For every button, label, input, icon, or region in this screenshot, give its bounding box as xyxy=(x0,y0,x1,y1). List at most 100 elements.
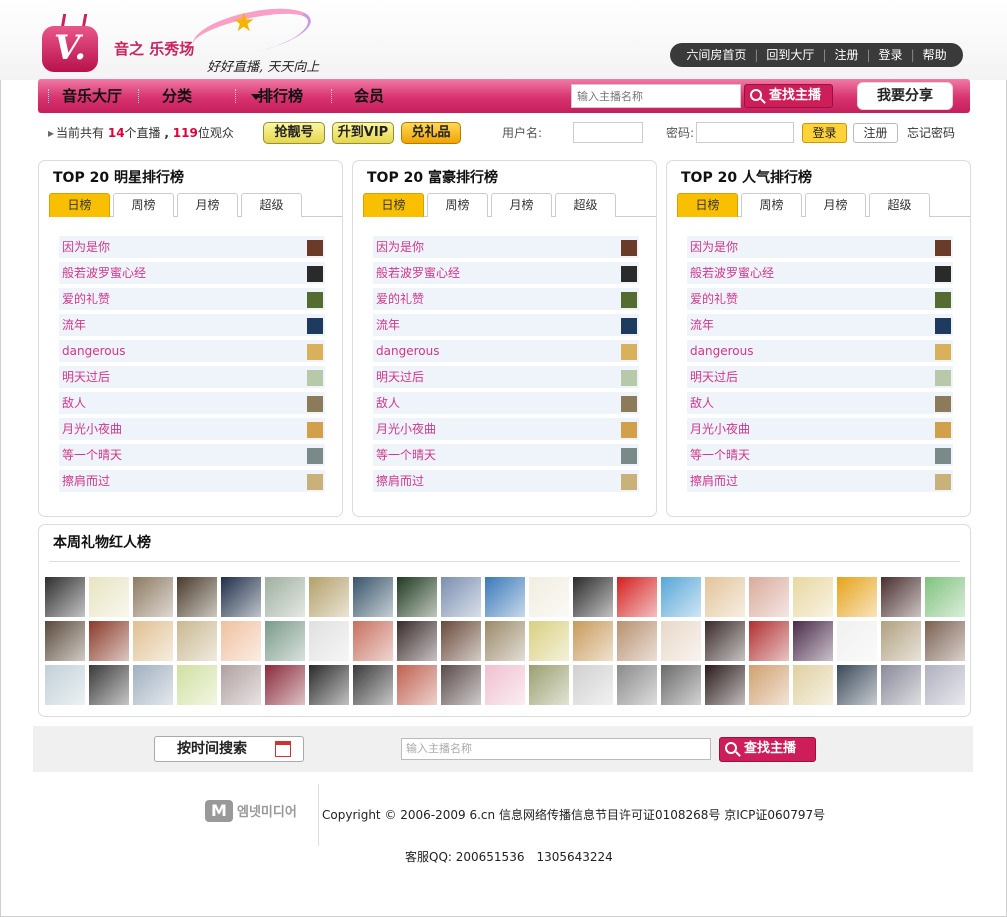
forgot-password-link[interactable]: 忘记密码 xyxy=(907,118,955,148)
song-title[interactable]: 月光小夜曲 xyxy=(376,418,436,440)
list-item[interactable]: 敌人 xyxy=(687,392,953,414)
list-item[interactable]: 月光小夜曲 xyxy=(687,418,953,440)
bottom-find-anchor-button[interactable]: 查找主播 xyxy=(719,737,816,762)
top-link-login[interactable]: 登录 xyxy=(871,43,911,67)
avatar[interactable] xyxy=(307,448,323,464)
gift-user-avatar[interactable] xyxy=(45,665,85,705)
register-button[interactable]: 注册 xyxy=(853,123,898,143)
tab-daily[interactable]: 日榜 xyxy=(49,193,110,217)
gift-user-avatar[interactable] xyxy=(573,577,613,617)
gift-user-avatar[interactable] xyxy=(661,621,701,661)
list-item[interactable]: 等一个晴天 xyxy=(59,444,325,466)
avatar[interactable] xyxy=(307,240,323,256)
gift-user-avatar[interactable] xyxy=(749,665,789,705)
list-item[interactable]: 擦肩而过 xyxy=(373,470,639,492)
avatar[interactable] xyxy=(935,292,951,308)
tab-daily[interactable]: 日榜 xyxy=(677,193,738,217)
list-item[interactable]: 敌人 xyxy=(59,392,325,414)
avatar[interactable] xyxy=(935,240,951,256)
avatar[interactable] xyxy=(621,396,637,412)
site-logo[interactable]: V. ★ 音之 乐秀场 好好直播, 天天向上 xyxy=(42,0,362,78)
gift-user-avatar[interactable] xyxy=(265,577,305,617)
tab-daily[interactable]: 日榜 xyxy=(363,193,424,217)
gift-user-avatar[interactable] xyxy=(529,665,569,705)
gift-user-avatar[interactable] xyxy=(397,621,437,661)
avatar[interactable] xyxy=(307,266,323,282)
list-item[interactable]: 爱的礼赞 xyxy=(687,288,953,310)
song-title[interactable]: 敌人 xyxy=(690,392,714,414)
nav-music-hall[interactable]: 音乐大厅 xyxy=(62,79,122,113)
gift-user-avatar[interactable] xyxy=(397,665,437,705)
gift-user-avatar[interactable] xyxy=(837,665,877,705)
list-item[interactable]: 般若波罗蜜心经 xyxy=(687,262,953,284)
avatar[interactable] xyxy=(935,474,951,490)
gift-user-avatar[interactable] xyxy=(617,577,657,617)
gift-user-avatar[interactable] xyxy=(221,577,261,617)
gift-user-avatar[interactable] xyxy=(221,621,261,661)
song-title[interactable]: 明天过后 xyxy=(690,366,738,388)
list-item[interactable]: 爱的礼赞 xyxy=(373,288,639,310)
avatar[interactable] xyxy=(935,422,951,438)
avatar[interactable] xyxy=(935,344,951,360)
song-title[interactable]: 月光小夜曲 xyxy=(62,418,122,440)
tab-monthly[interactable]: 月榜 xyxy=(177,193,238,217)
gift-user-avatar[interactable] xyxy=(133,621,173,661)
list-item[interactable]: 流年 xyxy=(373,314,639,336)
tab-super[interactable]: 超级 xyxy=(869,193,930,217)
gift-user-avatar[interactable] xyxy=(573,621,613,661)
avatar[interactable] xyxy=(621,422,637,438)
gift-user-avatar[interactable] xyxy=(397,577,437,617)
anchor-search-input[interactable] xyxy=(571,84,741,108)
song-title[interactable]: dangerous xyxy=(62,340,125,362)
list-item[interactable]: 般若波罗蜜心经 xyxy=(59,262,325,284)
tab-monthly[interactable]: 月榜 xyxy=(491,193,552,217)
list-item[interactable]: 明天过后 xyxy=(373,366,639,388)
gift-user-avatar[interactable] xyxy=(441,665,481,705)
bottom-anchor-search-input[interactable]: 输入主播名称 xyxy=(401,738,711,760)
gift-user-avatar[interactable] xyxy=(441,621,481,661)
gift-user-avatar[interactable] xyxy=(661,577,701,617)
gift-user-avatar[interactable] xyxy=(793,665,833,705)
song-title[interactable]: 流年 xyxy=(690,314,714,336)
song-title[interactable]: 因为是你 xyxy=(376,236,424,258)
tab-monthly[interactable]: 月榜 xyxy=(805,193,866,217)
song-title[interactable]: 爱的礼赞 xyxy=(690,288,738,310)
song-title[interactable]: dangerous xyxy=(376,340,439,362)
song-title[interactable]: dangerous xyxy=(690,340,753,362)
gift-user-avatar[interactable] xyxy=(309,577,349,617)
gift-user-avatar[interactable] xyxy=(925,577,965,617)
song-title[interactable]: 般若波罗蜜心经 xyxy=(376,262,460,284)
list-item[interactable]: 擦肩而过 xyxy=(59,470,325,492)
gift-user-avatar[interactable] xyxy=(837,577,877,617)
song-title[interactable]: 等一个晴天 xyxy=(690,444,750,466)
list-item[interactable]: dangerous xyxy=(373,340,639,362)
song-title[interactable]: 因为是你 xyxy=(62,236,110,258)
avatar[interactable] xyxy=(621,370,637,386)
avatar[interactable] xyxy=(935,266,951,282)
gift-user-avatar[interactable] xyxy=(45,577,85,617)
gift-user-avatar[interactable] xyxy=(353,621,393,661)
gift-user-avatar[interactable] xyxy=(617,621,657,661)
list-item[interactable]: 月光小夜曲 xyxy=(373,418,639,440)
song-title[interactable]: 般若波罗蜜心经 xyxy=(690,262,774,284)
list-item[interactable]: 般若波罗蜜心经 xyxy=(373,262,639,284)
gift-user-avatar[interactable] xyxy=(793,621,833,661)
avatar[interactable] xyxy=(307,396,323,412)
song-title[interactable]: 敌人 xyxy=(376,392,400,414)
song-title[interactable]: 爱的礼赞 xyxy=(62,288,110,310)
list-item[interactable]: 明天过后 xyxy=(59,366,325,388)
gift-user-avatar[interactable] xyxy=(45,621,85,661)
gift-user-avatar[interactable] xyxy=(881,665,921,705)
gift-user-avatar[interactable] xyxy=(925,665,965,705)
avatar[interactable] xyxy=(621,292,637,308)
list-item[interactable]: 敌人 xyxy=(373,392,639,414)
gift-user-avatar[interactable] xyxy=(177,621,217,661)
avatar[interactable] xyxy=(307,474,323,490)
song-title[interactable]: 明天过后 xyxy=(62,366,110,388)
share-button[interactable]: 我要分享 xyxy=(857,82,953,110)
song-title[interactable]: 擦肩而过 xyxy=(690,470,738,492)
avatar[interactable] xyxy=(621,448,637,464)
gift-user-avatar[interactable] xyxy=(89,665,129,705)
gift-user-avatar[interactable] xyxy=(749,577,789,617)
gift-user-avatar[interactable] xyxy=(705,577,745,617)
